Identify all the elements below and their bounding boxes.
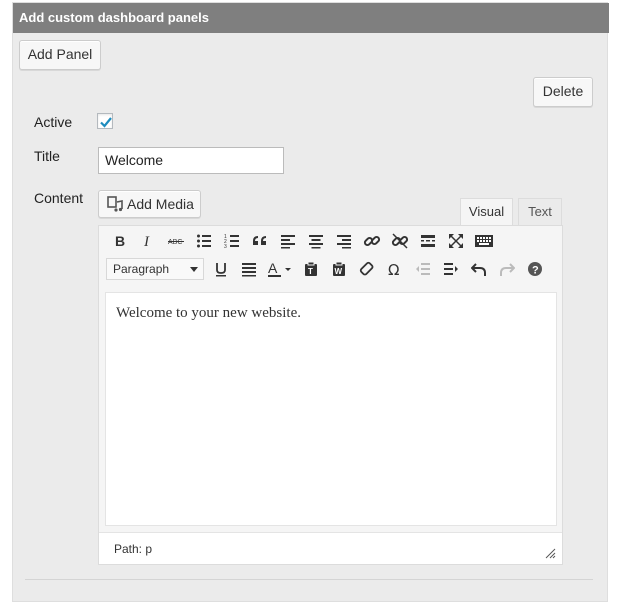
toolbar-toggle-icon[interactable]	[470, 229, 498, 253]
svg-text:T: T	[308, 267, 313, 276]
svg-text:W: W	[335, 267, 343, 276]
panel-divider	[25, 579, 593, 580]
justify-icon[interactable]	[235, 257, 263, 281]
dashboard-panel-box: Add custom dashboard panels Add Panel De…	[12, 2, 609, 602]
active-checkbox[interactable]	[97, 113, 113, 129]
add-media-button[interactable]: Add Media	[98, 190, 201, 218]
svg-text:B: B	[115, 233, 125, 249]
editor-toolbar-row-2: Paragraph A T W Ω ?	[106, 257, 549, 281]
indent-icon[interactable]	[437, 257, 465, 281]
clear-formatting-icon[interactable]	[353, 257, 381, 281]
special-character-icon[interactable]: Ω	[381, 257, 409, 281]
strikethrough-icon[interactable]: ABC	[162, 229, 190, 253]
outdent-icon[interactable]	[409, 257, 437, 281]
title-label: Title	[34, 148, 60, 164]
redo-icon[interactable]	[493, 257, 521, 281]
resize-handle-icon[interactable]	[544, 547, 556, 559]
numbered-list-icon[interactable]: 123	[218, 229, 246, 253]
add-panel-button[interactable]: Add Panel	[19, 40, 101, 70]
editor-paragraph: Welcome to your new website.	[116, 305, 301, 321]
align-right-icon[interactable]	[330, 229, 358, 253]
delete-button[interactable]: Delete	[533, 77, 593, 107]
checkmark-icon	[100, 117, 112, 128]
svg-text:ABC: ABC	[168, 239, 182, 246]
svg-text:Ω: Ω	[388, 261, 399, 277]
svg-text:3: 3	[224, 244, 227, 249]
italic-icon[interactable]: I	[134, 229, 162, 253]
svg-text:?: ?	[532, 265, 539, 277]
tab-visual[interactable]: Visual	[460, 198, 513, 226]
align-left-icon[interactable]	[274, 229, 302, 253]
bullet-list-icon[interactable]	[190, 229, 218, 253]
rich-text-editor: B I ABC 123 Paragraph A T W Ω ? Welcome …	[98, 225, 563, 565]
fullscreen-icon[interactable]	[442, 229, 470, 253]
panel-header-title: Add custom dashboard panels	[13, 3, 609, 33]
media-icon	[107, 196, 123, 212]
read-more-icon[interactable]	[414, 229, 442, 253]
add-media-label: Add Media	[127, 196, 194, 212]
chevron-down-icon	[190, 267, 198, 272]
remove-link-icon[interactable]	[386, 229, 414, 253]
format-select-value: Paragraph	[113, 262, 170, 276]
help-icon[interactable]: ?	[521, 257, 549, 281]
bold-icon[interactable]: B	[106, 229, 134, 253]
format-select[interactable]: Paragraph	[106, 258, 204, 280]
tab-text[interactable]: Text	[518, 198, 562, 226]
title-input[interactable]: Welcome	[98, 147, 284, 174]
undo-icon[interactable]	[465, 257, 493, 281]
text-color-icon[interactable]: A	[263, 257, 297, 281]
content-label: Content	[34, 190, 84, 206]
paste-word-icon[interactable]: W	[325, 257, 353, 281]
align-center-icon[interactable]	[302, 229, 330, 253]
svg-text:I: I	[143, 234, 150, 249]
paste-text-icon[interactable]: T	[297, 257, 325, 281]
editor-content-area[interactable]: Welcome to your new website.	[105, 292, 557, 526]
svg-text:A: A	[268, 260, 278, 276]
underline-icon[interactable]	[207, 257, 235, 281]
editor-toolbar-row-1: B I ABC 123	[106, 229, 498, 253]
active-label: Active	[34, 114, 73, 130]
insert-link-icon[interactable]	[358, 229, 386, 253]
editor-status-bar: Path: p	[99, 532, 562, 564]
element-path: Path: p	[114, 542, 153, 556]
blockquote-icon[interactable]	[246, 229, 274, 253]
